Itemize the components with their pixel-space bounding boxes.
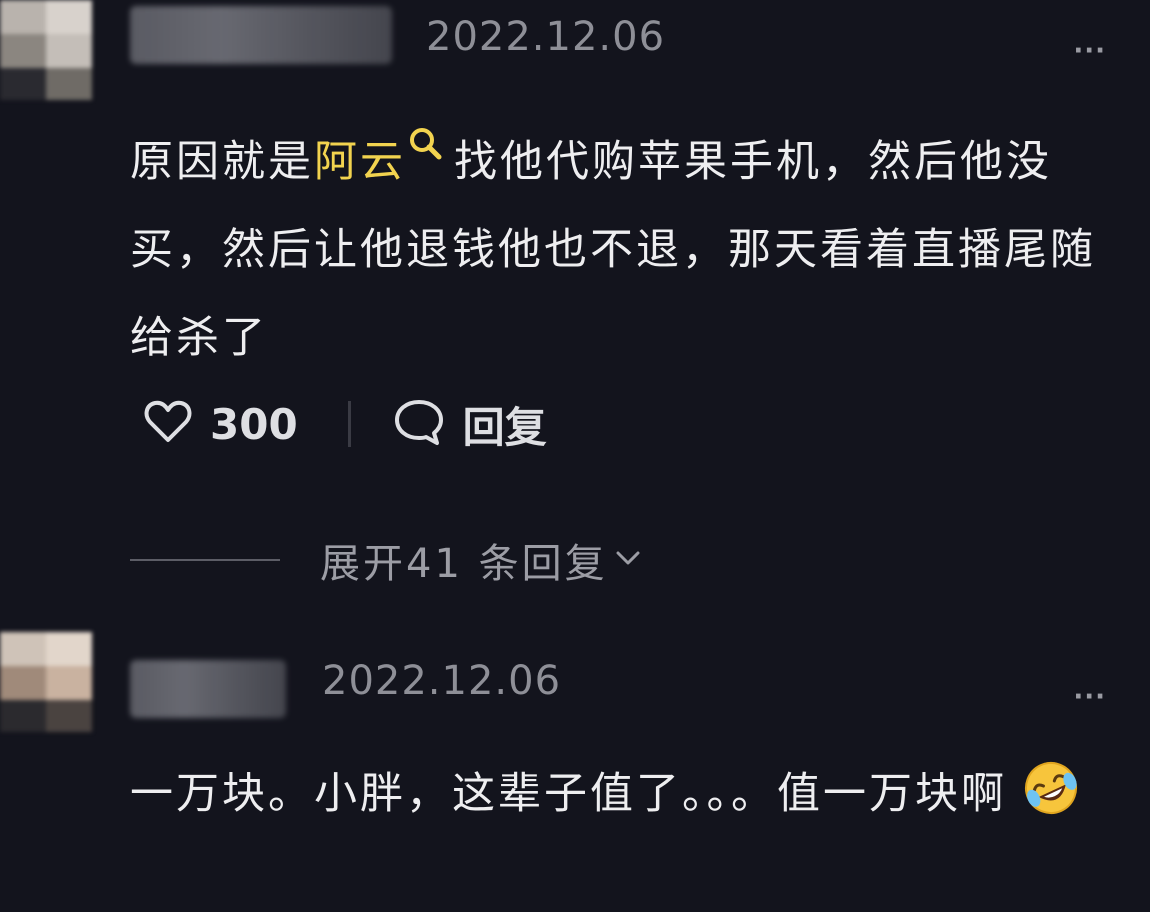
comment-screen: 2022.12.06 ··· 原因就是阿云 找他代购苹果手机，然后他没买，然后让他… [0, 0, 1150, 912]
comment-body: 一万块。小胖，这辈子值了。。。值一万块啊 [130, 750, 1120, 838]
comment-text-before: 原因就是 [130, 137, 314, 187]
action-divider [347, 401, 351, 447]
comment-actions: 300 回复 [144, 392, 547, 456]
search-icon[interactable] [406, 106, 446, 160]
avatar[interactable] [0, 0, 92, 100]
comment-date: 2022.12.06 [426, 14, 666, 60]
keyword-link[interactable]: 阿云 [314, 137, 406, 187]
speech-bubble-icon[interactable] [393, 398, 445, 450]
expand-divider-line [130, 559, 280, 561]
expand-replies-row[interactable]: 展开41 条回复 [130, 528, 642, 592]
like-count: 300 [210, 399, 298, 449]
more-options-button[interactable]: ··· [1073, 682, 1106, 712]
comment-date: 2022.12.06 [322, 658, 562, 704]
username-blurred[interactable] [130, 660, 286, 718]
laughing-crying-emoji-icon [1023, 758, 1079, 814]
avatar[interactable] [0, 632, 92, 732]
expand-replies-button[interactable]: 展开41 条回复 [320, 531, 608, 589]
comment-body: 原因就是阿云 找他代购苹果手机，然后他没买，然后让他退钱他也不退，那天看着直播尾随… [130, 106, 1120, 382]
username-blurred[interactable] [130, 6, 392, 64]
comment-text-main: 一万块。小胖，这辈子值了。。。值一万块啊 [130, 769, 1007, 819]
chevron-down-icon[interactable] [614, 548, 642, 572]
heart-icon[interactable] [144, 400, 192, 448]
more-options-button[interactable]: ··· [1073, 36, 1106, 66]
reply-button[interactable]: 回复 [463, 394, 547, 455]
